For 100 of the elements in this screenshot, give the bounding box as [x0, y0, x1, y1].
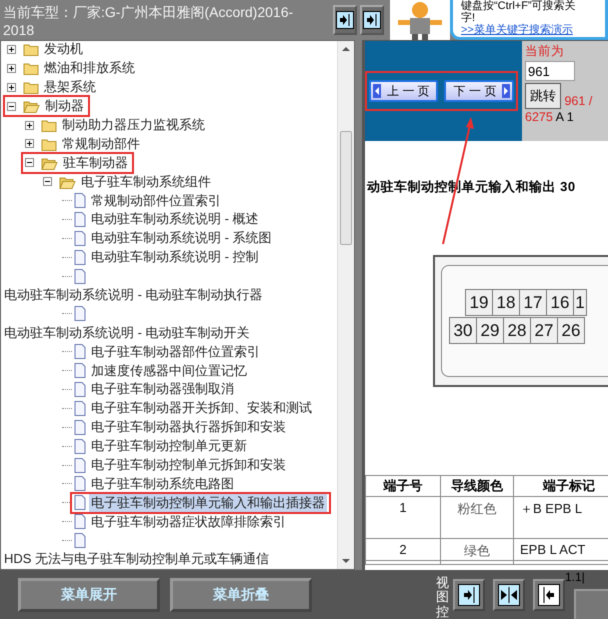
current-page-label: 当前为 [525, 43, 565, 59]
left-arrow-icon [373, 84, 381, 98]
tree-item[interactable]: 加速度传感器中间位置记忆 [89, 362, 249, 380]
table-cell: 粉红色 [440, 496, 514, 538]
pin-number: 18 [492, 289, 520, 316]
document-icon [74, 363, 86, 378]
folder-icon [41, 136, 57, 151]
jump-button[interactable]: 跳转 [525, 83, 561, 109]
tree-item[interactable]: 制动助力器压力监视系统 [60, 116, 207, 134]
folder-icon [23, 42, 39, 56]
expand-icon[interactable] [25, 120, 34, 130]
tree-item[interactable]: HDS 无法与电子驻车制动控制单元或车辆通信 [2, 550, 272, 568]
scrollbar[interactable] [337, 41, 354, 569]
tree-item[interactable]: 燃油和排放系统 [42, 59, 137, 78]
tree-item[interactable]: 常规制动部件 [60, 134, 142, 153]
tree-item[interactable]: 电子驻车制动器症状故障排除索引 [89, 512, 288, 531]
document-icon [74, 400, 86, 416]
table-cell: 1 [366, 496, 440, 538]
table-cell: 绿色 [440, 538, 514, 560]
folder-icon [23, 61, 39, 76]
view-control-label: 视图控 [436, 576, 449, 619]
tree-item[interactable]: 电动驻车制动系统说明 - 电动驻车制动开关 [2, 324, 252, 342]
pin-number: 28 [503, 317, 531, 344]
page-number-field[interactable]: 961 [525, 61, 575, 81]
previous-page-button[interactable]: 上 一 页 [369, 80, 438, 102]
view-button[interactable] [493, 578, 525, 610]
vehicle-title: 当前车型：厂家:G-广州本田雅阁(Accord)2016-2018 [2, 3, 294, 40]
document-icon [74, 212, 86, 227]
scroll-down-icon[interactable] [342, 558, 350, 564]
pin-number: 30 [449, 317, 477, 344]
scrollbar-thumb[interactable] [340, 131, 352, 245]
pin-number: 1 [573, 289, 587, 316]
view-button[interactable] [453, 578, 485, 610]
tree-item[interactable]: 驻车制动器 [61, 154, 130, 172]
pin-number: 26 [557, 317, 585, 344]
collapse-icon[interactable] [25, 158, 34, 168]
hint-text: 字! [461, 12, 476, 24]
expand-icon[interactable] [7, 82, 16, 92]
tree-item[interactable]: 电子驻车制动器强制取消 [89, 380, 236, 398]
tree-item[interactable]: 电动驻车制动系统说明 - 电动驻车制动执行器 [2, 286, 265, 304]
tree-item[interactable]: 发动机 [42, 41, 85, 58]
page-total-text: 6275 [525, 110, 553, 124]
document-icon [74, 382, 86, 397]
tree-item[interactable]: 电子驻车制动系统组件 [79, 172, 213, 191]
document-icon [74, 476, 86, 492]
collapse-icon[interactable] [43, 177, 52, 186]
document-icon [74, 344, 86, 360]
open-folder-icon [41, 156, 58, 170]
hint-text: 键盘按“Ctrl+F”可搜索关 [461, 0, 577, 12]
pin-number: 19 [465, 289, 493, 316]
tree-item[interactable]: 电子驻车制动器开关拆卸、安装和测试 [89, 399, 314, 418]
pin-number: 17 [519, 289, 547, 316]
tree-item[interactable]: 电动驻车制动系统说明 - 控制 [89, 248, 261, 266]
tree-item[interactable]: 电动驻车制动系统说明 - 系统图 [89, 229, 274, 248]
tree-item[interactable]: 常规制动部件位置索引 [89, 192, 223, 210]
document-icon [74, 230, 86, 246]
document-icon [74, 495, 86, 510]
document-icon [74, 533, 86, 548]
tree-item[interactable]: 制动器 [43, 97, 86, 116]
arrow-button[interactable] [360, 5, 384, 35]
search-demo-link[interactable]: >>菜单关键字搜索演示 [461, 24, 573, 36]
pin-number: 16 [546, 289, 574, 316]
tree-item[interactable]: 电子驻车制动器执行器拆卸和安装 [89, 418, 288, 436]
tree-item[interactable]: 电子驻车制动控制单元拆卸和安装 [89, 456, 288, 474]
document-icon [74, 514, 86, 530]
right-arrow-icon [502, 84, 510, 98]
document-icon [74, 458, 86, 473]
document-icon [74, 420, 86, 435]
view-button[interactable] [533, 578, 565, 610]
column-header: 端子标记 [514, 476, 608, 496]
column-header: 导线颜色 [440, 476, 514, 496]
folder-icon [41, 118, 57, 132]
document-icon [74, 250, 86, 265]
pin-number: 29 [476, 317, 504, 344]
tree-item[interactable]: 悬架系统 [42, 78, 98, 96]
page-position-text: 961 / [564, 94, 592, 108]
expand-icon[interactable] [25, 139, 34, 148]
section-text: A 1 [556, 110, 574, 124]
expand-icon[interactable] [7, 44, 16, 54]
tree-item[interactable]: 电子驻车制动控制单元更新 [89, 437, 249, 456]
expand-icon[interactable] [7, 64, 16, 73]
document-icon [74, 306, 86, 322]
expand-left-icon [538, 584, 560, 606]
document-icon [74, 438, 86, 454]
arrow-button[interactable] [333, 5, 357, 35]
scroll-up-icon[interactable] [342, 46, 350, 52]
column-header: 端子号 [366, 476, 440, 496]
expand-right-icon [458, 584, 480, 606]
folder-icon [23, 80, 39, 94]
next-page-button[interactable]: 下 一 页 [444, 80, 514, 102]
open-folder-icon [23, 99, 40, 114]
tree-item[interactable]: 电子驻车制动系统电路图 [89, 474, 236, 493]
collapse-icon[interactable] [7, 102, 16, 111]
pin-number: 27 [530, 317, 558, 344]
document-icon [74, 193, 86, 208]
tree-item[interactable]: 电子驻车制动器部件位置索引 [89, 342, 262, 361]
tree-item[interactable]: 电子驻车制动控制单元输入和输出插接器 [89, 494, 327, 512]
document-icon [74, 268, 86, 284]
open-folder-icon [59, 174, 76, 189]
tree-item[interactable]: 电动驻车制动系统说明 - 概述 [89, 210, 261, 228]
